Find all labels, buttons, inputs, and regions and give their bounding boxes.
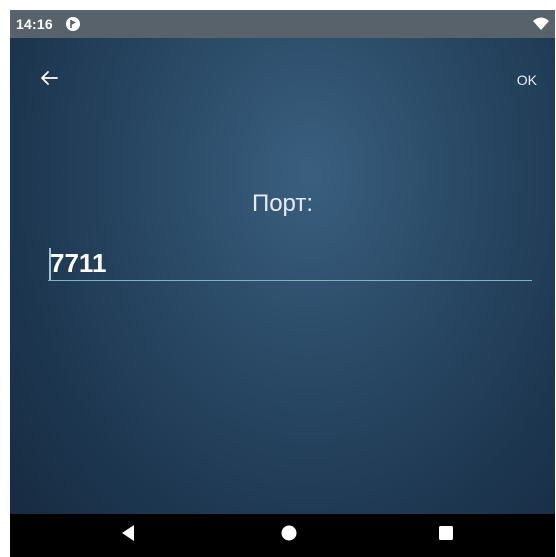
- back-button[interactable]: [34, 65, 64, 95]
- navigation-bar: [10, 514, 555, 557]
- input-underline: [48, 280, 532, 281]
- ok-button[interactable]: OK: [513, 66, 541, 94]
- nav-home-button[interactable]: [259, 514, 319, 557]
- nav-recents-icon: [438, 525, 454, 546]
- text-cursor: [49, 248, 51, 281]
- port-input[interactable]: [48, 246, 534, 280]
- status-time: 14:16: [16, 16, 53, 32]
- arrow-back-icon: [39, 68, 59, 93]
- app-screen: 14:16 OK Порт:: [10, 10, 555, 557]
- status-bar: 14:16: [10, 10, 555, 38]
- nav-recents-button[interactable]: [416, 514, 476, 557]
- port-label: Порт:: [251, 190, 314, 217]
- wifi-icon: [533, 17, 549, 31]
- nav-back-button[interactable]: [98, 514, 158, 557]
- nav-back-icon: [120, 524, 136, 547]
- app-notification-icon: [65, 16, 81, 32]
- nav-home-icon: [281, 525, 297, 546]
- port-field[interactable]: [48, 246, 534, 282]
